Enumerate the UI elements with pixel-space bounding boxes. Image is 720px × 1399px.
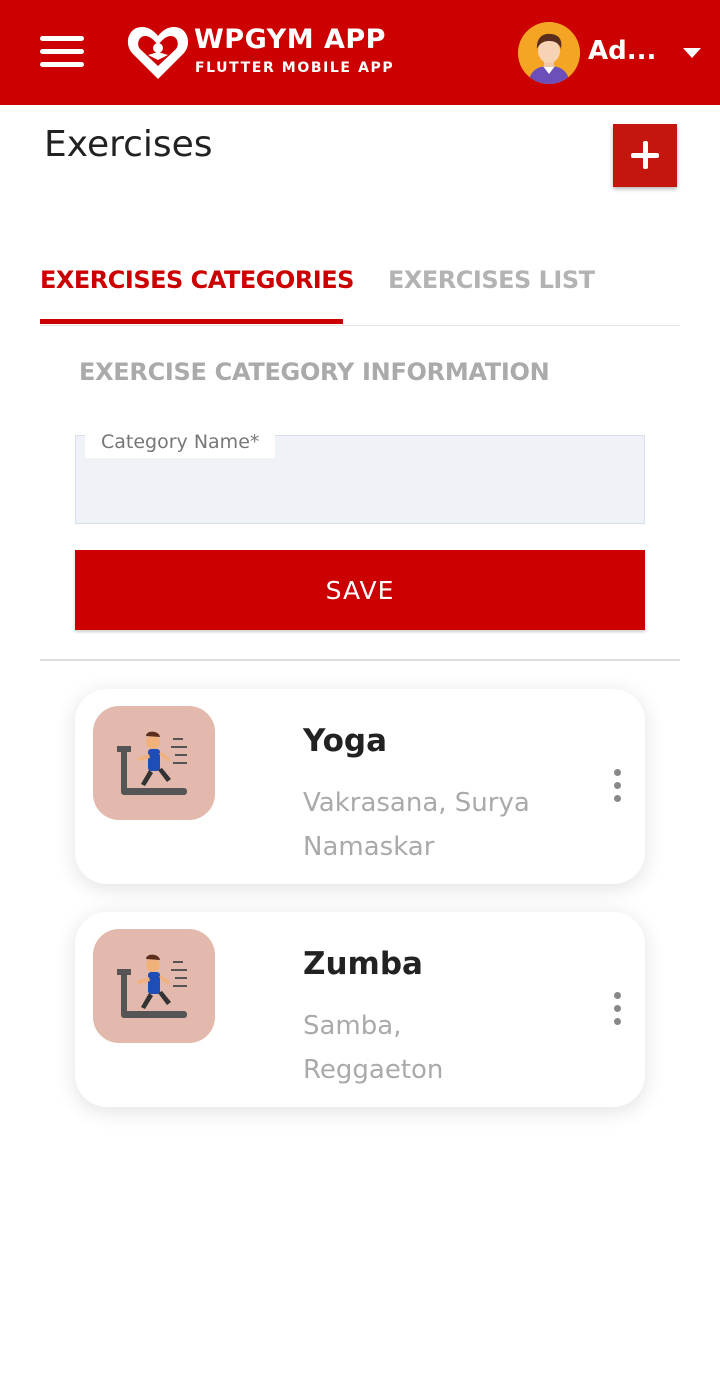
category-name: Yoga: [303, 723, 388, 759]
treadmill-runner-icon: [93, 929, 215, 1043]
tab-exercises-list[interactable]: EXERCISES LIST: [388, 266, 595, 294]
page-title: Exercises: [44, 124, 213, 165]
more-options-icon[interactable]: [605, 767, 629, 807]
user-avatar-icon[interactable]: [518, 22, 580, 84]
section-heading: EXERCISE CATEGORY INFORMATION: [79, 358, 550, 386]
tab-bar: EXERCISES CATEGORIES EXERCISES LIST: [40, 256, 680, 326]
divider: [40, 659, 680, 661]
app-name: WPGYM APP: [194, 24, 386, 55]
treadmill-runner-icon: [93, 706, 215, 820]
caret-down-icon[interactable]: [683, 48, 701, 58]
category-name-input[interactable]: [76, 458, 644, 522]
tab-exercises-categories[interactable]: EXERCISES CATEGORIES: [40, 266, 354, 294]
add-button[interactable]: [613, 124, 677, 187]
user-name[interactable]: Ad...: [588, 36, 656, 66]
save-button[interactable]: SAVE: [75, 550, 645, 630]
active-tab-indicator: [40, 319, 343, 324]
category-name: Zumba: [303, 946, 423, 982]
heart-logo-icon: [127, 27, 189, 79]
category-name-label: Category Name*: [85, 428, 276, 458]
app-tagline: FLUTTER MOBILE APP: [195, 60, 395, 76]
category-card[interactable]: Yoga Vakrasana, Surya Namaskar: [75, 689, 645, 884]
app-bar: WPGYM APP FLUTTER MOBILE APP Ad...: [0, 0, 720, 105]
category-exercises: Samba, Reggaeton: [303, 1011, 444, 1085]
category-exercises: Vakrasana, Surya Namaskar: [303, 788, 530, 862]
hamburger-menu-icon[interactable]: [38, 34, 86, 70]
category-card[interactable]: Zumba Samba, Reggaeton: [75, 912, 645, 1107]
more-options-icon[interactable]: [605, 990, 629, 1030]
